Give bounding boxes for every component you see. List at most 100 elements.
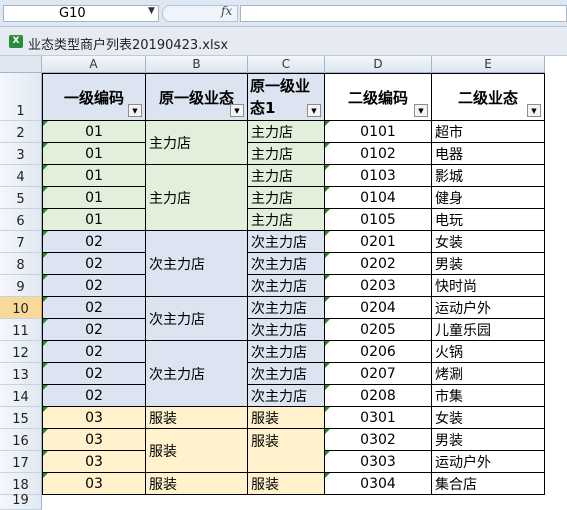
cell-a[interactable]: 02 <box>42 253 146 275</box>
cell-e[interactable]: 电玩 <box>432 209 545 231</box>
header-cell-d[interactable]: 二级编码 ▼ <box>325 73 432 121</box>
cell-c[interactable]: 次主力店 <box>248 363 325 385</box>
cell-e[interactable]: 女装 <box>432 407 545 429</box>
row-header[interactable]: 1 <box>0 73 42 121</box>
cell-e[interactable]: 男装 <box>432 253 545 275</box>
cell-e[interactable]: 快时尚 <box>432 275 545 297</box>
formula-input[interactable] <box>240 5 567 22</box>
cell-a[interactable]: 02 <box>42 341 146 363</box>
cell-c[interactable]: 主力店 <box>248 209 325 231</box>
column-header-a[interactable]: A <box>42 56 146 73</box>
cell-d[interactable]: 0205 <box>325 319 432 341</box>
cell-d[interactable]: 0206 <box>325 341 432 363</box>
cell-d[interactable]: 0301 <box>325 407 432 429</box>
header-cell-b[interactable]: 原一级业态 ▼ <box>146 73 248 121</box>
filter-dropdown-icon[interactable]: ▼ <box>307 104 321 117</box>
cell-e[interactable]: 烤涮 <box>432 363 545 385</box>
cell-d[interactable]: 0302 <box>325 429 432 451</box>
insert-function-icon[interactable]: fx <box>221 4 232 18</box>
cell-a[interactable]: 01 <box>42 121 146 143</box>
cell-c[interactable]: 主力店 <box>248 165 325 187</box>
filter-dropdown-icon[interactable]: ▼ <box>230 104 244 117</box>
cell-c[interactable]: 服装 <box>248 407 325 429</box>
row-header-selected[interactable]: 10 <box>0 297 42 319</box>
cell-a[interactable]: 01 <box>42 143 146 165</box>
merged-cell-b[interactable]: 次主力店 <box>146 297 248 341</box>
merged-cell-b[interactable]: 主力店 <box>146 121 248 165</box>
column-header-c[interactable]: C <box>248 56 325 73</box>
merged-cell-b[interactable]: 服装 <box>146 407 248 429</box>
cell-e[interactable]: 运动户外 <box>432 297 545 319</box>
cell-c[interactable]: 次主力店 <box>248 231 325 253</box>
header-cell-e[interactable]: 二级业态 ▼ <box>432 73 545 121</box>
cell-d[interactable]: 0303 <box>325 451 432 473</box>
filter-dropdown-icon[interactable]: ▼ <box>527 104 541 117</box>
cell-e[interactable]: 健身 <box>432 187 545 209</box>
filter-dropdown-icon[interactable]: ▼ <box>128 104 142 117</box>
row-header[interactable]: 19 <box>0 493 42 510</box>
name-box-dropdown-icon[interactable]: ▼ <box>148 6 155 16</box>
cell-a[interactable]: 02 <box>42 297 146 319</box>
cell-a[interactable]: 02 <box>42 363 146 385</box>
cell-e[interactable]: 儿童乐园 <box>432 319 545 341</box>
cell-e[interactable]: 影城 <box>432 165 545 187</box>
row-header[interactable]: 4 <box>0 165 42 187</box>
header-cell-a[interactable]: 一级编码 ▼ <box>42 73 146 121</box>
cell-d[interactable]: 0202 <box>325 253 432 275</box>
row-header[interactable]: 12 <box>0 341 42 363</box>
row-header[interactable]: 3 <box>0 143 42 165</box>
cell-a[interactable]: 03 <box>42 451 146 473</box>
cell-d[interactable]: 0204 <box>325 297 432 319</box>
row-header[interactable]: 14 <box>0 385 42 407</box>
cell-d[interactable]: 0103 <box>325 165 432 187</box>
cell-a[interactable]: 01 <box>42 209 146 231</box>
filter-dropdown-icon[interactable]: ▼ <box>414 104 428 117</box>
cell-c[interactable]: 次主力店 <box>248 253 325 275</box>
cell-d[interactable]: 0304 <box>325 473 432 495</box>
cell-c[interactable]: 次主力店 <box>248 341 325 363</box>
cell-a[interactable]: 03 <box>42 407 146 429</box>
merged-cell-b[interactable]: 服装 <box>146 473 248 495</box>
cell-a[interactable]: 02 <box>42 231 146 253</box>
column-header-b[interactable]: B <box>146 56 248 73</box>
column-header-d[interactable]: D <box>325 56 432 73</box>
cell-d[interactable]: 0208 <box>325 385 432 407</box>
merged-cell-b[interactable]: 次主力店 <box>146 231 248 297</box>
cell-c[interactable]: 主力店 <box>248 143 325 165</box>
row-header[interactable]: 2 <box>0 121 42 143</box>
cell-e[interactable]: 运动户外 <box>432 451 545 473</box>
row-header[interactable]: 6 <box>0 209 42 231</box>
cell-c[interactable]: 次主力店 <box>248 275 325 297</box>
cell-e[interactable]: 超市 <box>432 121 545 143</box>
cell-c[interactable]: 服装 <box>248 473 325 495</box>
row-header[interactable]: 8 <box>0 253 42 275</box>
cell-d[interactable]: 0101 <box>325 121 432 143</box>
cell-a[interactable]: 01 <box>42 187 146 209</box>
cell-a[interactable]: 02 <box>42 275 146 297</box>
cell-e[interactable]: 市集 <box>432 385 545 407</box>
merged-cell-c[interactable]: 服装 <box>248 429 325 473</box>
row-header[interactable]: 9 <box>0 275 42 297</box>
cell-c[interactable]: 主力店 <box>248 121 325 143</box>
cell-c[interactable]: 次主力店 <box>248 385 325 407</box>
merged-cell-b[interactable]: 次主力店 <box>146 341 248 407</box>
cell-e[interactable]: 火锅 <box>432 341 545 363</box>
cell-d[interactable]: 0201 <box>325 231 432 253</box>
cell-e[interactable]: 集合店 <box>432 473 545 495</box>
cell-d[interactable]: 0203 <box>325 275 432 297</box>
cell-d[interactable]: 0102 <box>325 143 432 165</box>
cell-a[interactable]: 03 <box>42 429 146 451</box>
row-header[interactable]: 11 <box>0 319 42 341</box>
cell-c[interactable]: 主力店 <box>248 187 325 209</box>
merged-cell-b[interactable]: 主力店 <box>146 165 248 231</box>
row-header[interactable]: 15 <box>0 407 42 429</box>
cell-e[interactable]: 男装 <box>432 429 545 451</box>
cell-c[interactable]: 次主力店 <box>248 319 325 341</box>
cell-a[interactable]: 03 <box>42 473 146 495</box>
row-header[interactable]: 18 <box>0 473 42 495</box>
row-header[interactable]: 17 <box>0 451 42 473</box>
row-header[interactable]: 7 <box>0 231 42 253</box>
name-box[interactable]: G10 <box>3 5 159 22</box>
row-header[interactable]: 16 <box>0 429 42 451</box>
cell-a[interactable]: 02 <box>42 319 146 341</box>
